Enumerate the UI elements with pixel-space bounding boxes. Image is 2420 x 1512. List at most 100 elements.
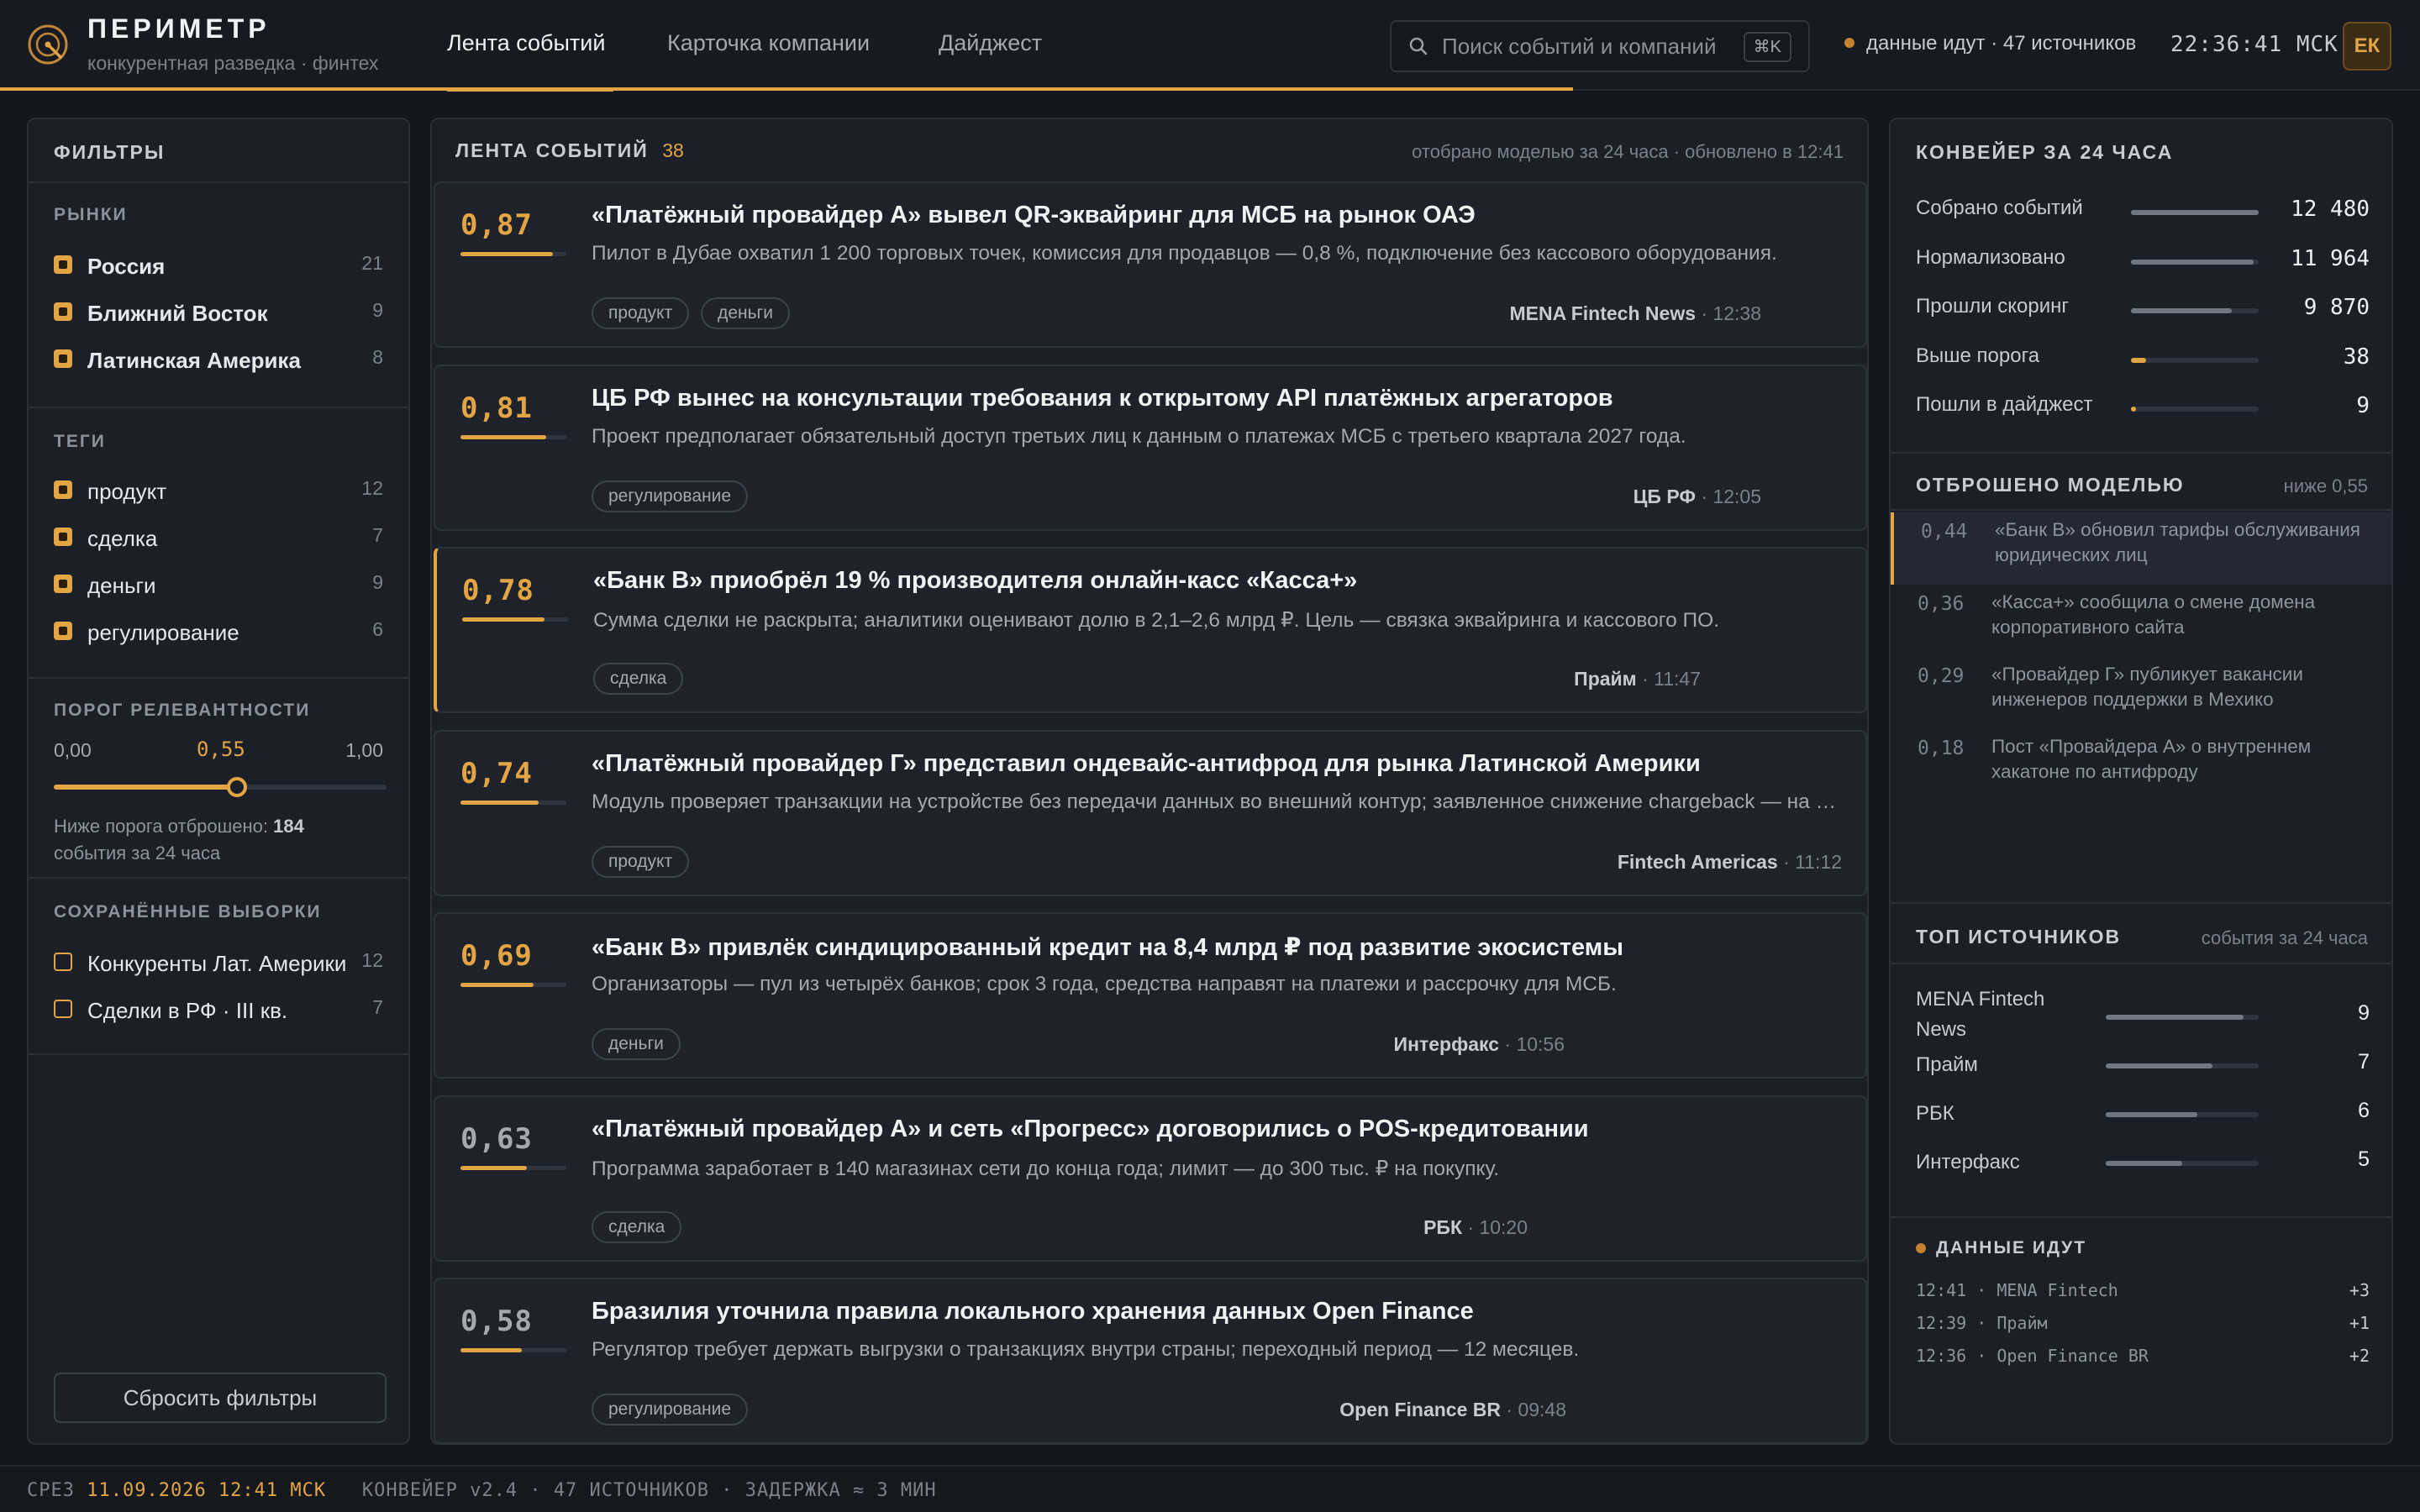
tag-chip[interactable]: продукт [592, 297, 690, 329]
tab-company-card[interactable]: Карточка компании [667, 30, 870, 56]
saved-label: СОХРАНЁННЫЕ ВЫБОРКИ [54, 902, 322, 921]
checkbox-icon[interactable] [54, 622, 72, 640]
feed-title: ЛЕНТА СОБЫТИЙ [455, 139, 649, 161]
live-log-delta: +3 [2349, 1280, 2370, 1300]
feed-item-title[interactable]: «Банк В» привлёк синдицированный кредит … [592, 932, 1623, 962]
source-time: · 10:56 [1504, 1033, 1565, 1055]
rejected-item[interactable]: 0,44 «Банк В» обновил тарифы обслуживания… [1891, 512, 2391, 585]
pipeline-bar-fill [2131, 259, 2254, 265]
live-log-section: ДАННЫЕ ИДУТ 12:41 · MENA Fintech +3 12:39 … [1891, 1218, 2391, 1386]
checkbox-icon[interactable] [54, 349, 72, 368]
source-name[interactable]: ЦБ РФ [1634, 486, 1696, 507]
checkbox-icon[interactable] [54, 575, 72, 593]
source-name[interactable]: Open Finance BR [1339, 1399, 1501, 1420]
relevance-bar-fill [462, 617, 545, 622]
checkbox-icon[interactable] [54, 528, 72, 546]
threshold-max: 1,00 [345, 739, 383, 761]
tag-chip[interactable]: деньги [592, 1028, 681, 1060]
rejected-title: «Касса+» сообщила о смене домена корпора… [1991, 591, 2316, 638]
source-name[interactable]: Fintech Americas [1618, 851, 1778, 873]
reset-filters-button[interactable]: Сбросить фильтры [54, 1373, 387, 1423]
search-box[interactable]: ⌘K [1390, 20, 1810, 72]
relevance-score: 0,78 [462, 574, 534, 607]
source-name[interactable]: Прайм [1574, 668, 1637, 690]
source-name[interactable]: Интерфакс [1394, 1033, 1499, 1055]
sources-divider [1891, 963, 2391, 964]
tag-chip[interactable]: деньги [701, 297, 790, 329]
user-avatar[interactable]: ЕК [2343, 22, 2391, 71]
feed-item[interactable]: 0,69 «Банк В» привлёк синдицированный кре… [434, 912, 1867, 1079]
checkbox-icon[interactable] [54, 1000, 72, 1018]
feed-item-title[interactable]: «Платёжный провайдер А» и сеть «Прогресс… [592, 1116, 1589, 1143]
saved-selection-1[interactable]: Сделки в РФ · III кв. 7 [29, 990, 408, 1037]
feed-item[interactable]: 0,74 «Платёжный провайдер Г» представил о… [434, 729, 1867, 896]
rejected-item[interactable]: 0,29 «Провайдер Г» публикует вакансии инж… [1891, 657, 2391, 729]
rejected-title: ОТБРОШЕНО МОДЕЛЬЮ [1916, 474, 2185, 496]
source-name[interactable]: MENA Fintech News [1509, 302, 1696, 324]
feed-item-tags: регулирование [592, 480, 749, 512]
pipeline-bar-fill [2131, 357, 2147, 363]
feed-item-source: ЦБ РФ · 12:05 [1634, 486, 1761, 508]
market-2[interactable]: Латинская Америка 8 [29, 339, 408, 386]
source-count: 6 [2358, 1099, 2370, 1122]
tab-digest[interactable]: Дайджест [939, 30, 1042, 56]
tag-filter-3[interactable]: регулирование 6 [29, 612, 408, 659]
saved-selection-0[interactable]: Конкуренты Лат. Америки 12 [29, 942, 408, 990]
live-log-text: 12:36 · Open Finance BR [1916, 1346, 2149, 1366]
checkbox-icon[interactable] [54, 255, 72, 274]
tag-chip[interactable]: регулирование [592, 1394, 749, 1425]
feed-item[interactable]: 0,58 Бразилия уточнила правила локального… [434, 1278, 1867, 1444]
pipeline-section: КОНВЕЙЕР ЗА 24 ЧАСА Собрано событий 12 48… [1891, 119, 2391, 454]
relevance-bar-fill [460, 252, 553, 256]
feed-item-title[interactable]: Бразилия уточнила правила локального хра… [592, 1298, 1474, 1326]
feed-item[interactable]: 0,87 «Платёжный провайдер А» вывел QR-экв… [434, 181, 1867, 348]
live-status: данные идут · 47 источников [1844, 32, 2136, 55]
tag-chip[interactable]: сделка [592, 1210, 682, 1243]
markets-label: РЫНКИ [54, 205, 128, 224]
live-log-title: ДАННЫЕ ИДУТ [1936, 1238, 2087, 1257]
threshold-note: Ниже порога отброшено: 184 события за 24… [54, 813, 390, 867]
tag-chip[interactable]: сделка [593, 663, 684, 695]
tag-filter-1[interactable]: сделка 7 [29, 517, 408, 564]
source-name: Прайм [1916, 1053, 1978, 1076]
feed-item-title[interactable]: «Платёжный провайдер Г» представил ондев… [592, 750, 1701, 778]
feed-item[interactable]: 0,81 ЦБ РФ вынес на консультации требован… [434, 364, 1867, 531]
source-name[interactable]: РБК [1423, 1216, 1462, 1238]
tag-chip[interactable]: регулирование [592, 480, 749, 512]
tag-chip[interactable]: продукт [592, 845, 690, 878]
checkbox-icon[interactable] [54, 302, 72, 321]
rejected-item[interactable]: 0,18 Пост «Провайдера А» о внутреннем хак… [1891, 729, 2391, 801]
relevance-bar [460, 1165, 566, 1170]
market-0[interactable]: Россия 21 [29, 245, 408, 292]
feed-item[interactable]: 0,78 «Банк В» приобрёл 19 % производителя… [434, 547, 1867, 713]
relevance-score: 0,74 [460, 756, 533, 790]
market-1[interactable]: Ближний Восток 9 [29, 292, 408, 339]
market-count: 8 [372, 346, 383, 368]
feed-item-source: Интерфакс · 10:56 [1394, 1033, 1565, 1056]
tag-filter-2[interactable]: деньги 9 [29, 564, 408, 612]
threshold-slider-handle[interactable] [226, 777, 247, 797]
tag-filter-0[interactable]: продукт 12 [29, 470, 408, 517]
pipeline-bar [2131, 210, 2259, 215]
relevance-bar-fill [460, 800, 539, 805]
search-input[interactable] [1442, 32, 1744, 60]
feed-item-description: Модуль проверяет транзакции на устройств… [592, 790, 1844, 813]
feed-item-title[interactable]: «Платёжный провайдер А» вывел QR-эквайри… [592, 202, 1476, 229]
source-bar [2106, 1161, 2259, 1166]
rejected-title: Пост «Провайдера А» о внутреннем хакатон… [1991, 736, 2312, 782]
threshold-note-count: 184 [273, 816, 304, 837]
pipeline-value: 11 964 [2291, 245, 2370, 271]
feed-item-title[interactable]: ЦБ РФ вынес на консультации требования к… [592, 385, 1613, 412]
relevance-score: 0,81 [460, 391, 533, 425]
relevance-bar-fill [460, 1165, 528, 1170]
live-log-row: 12:41 · MENA Fintech +3 [1916, 1280, 2370, 1300]
tag-filter-label: регулирование [87, 620, 239, 645]
feed-item-title[interactable]: «Банк В» приобрёл 19 % производителя онл… [593, 567, 1357, 595]
feed-item[interactable]: 0,63 «Платёжный провайдер А» и сеть «Прог… [434, 1095, 1867, 1262]
rejected-item[interactable]: 0,36 «Касса+» сообщила о смене домена кор… [1891, 585, 2391, 657]
threshold-slider[interactable] [54, 777, 387, 797]
source-count: 9 [2358, 1001, 2370, 1025]
checkbox-icon[interactable] [54, 480, 72, 499]
checkbox-icon[interactable] [54, 953, 72, 971]
tab-event-feed[interactable]: Лента событий [447, 30, 614, 92]
